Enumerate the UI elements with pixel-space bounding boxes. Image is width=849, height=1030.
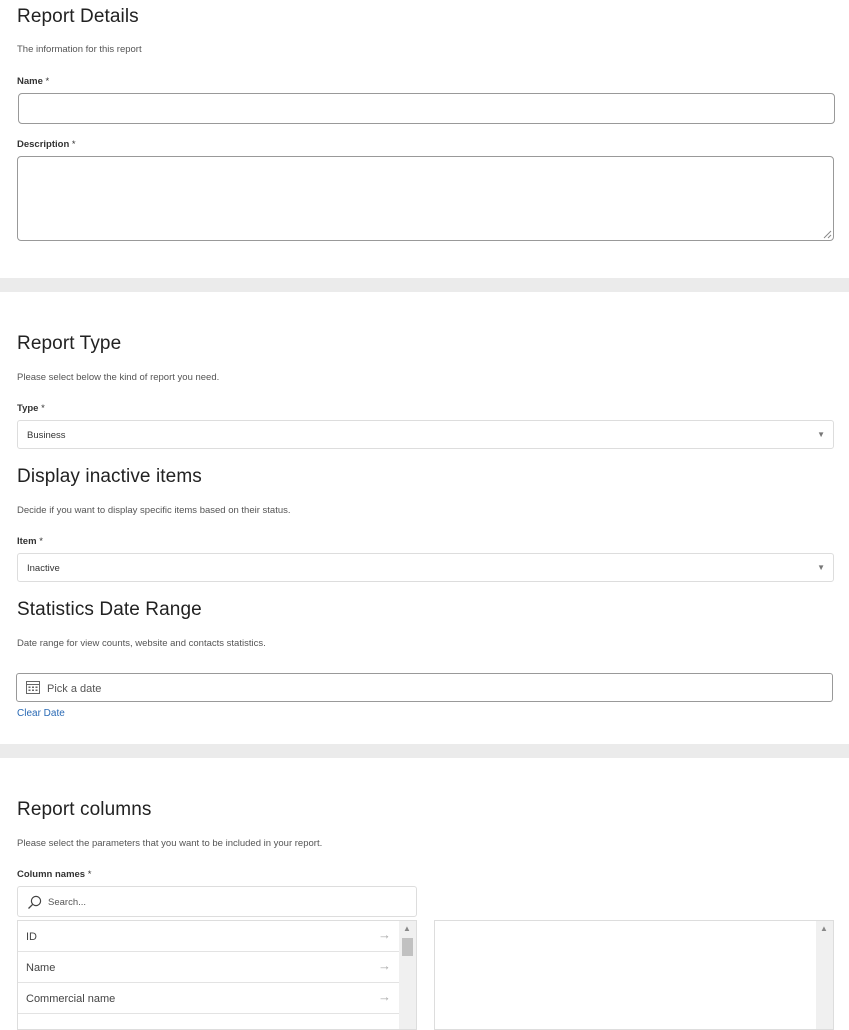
available-list-scrollbar[interactable]: ▲ — [399, 921, 416, 1029]
required-mark: * — [71, 139, 76, 150]
calendar-icon — [26, 681, 40, 694]
resize-handle-icon[interactable] — [823, 230, 832, 239]
description-label-text: Description — [17, 139, 70, 150]
selected-columns-list[interactable]: ▲ — [434, 920, 834, 1030]
name-input[interactable] — [18, 93, 835, 124]
report-type-subtitle: Please select below the kind of report y… — [17, 372, 220, 383]
required-mark: * — [41, 403, 45, 414]
list-item[interactable]: Name → — [18, 952, 399, 983]
type-select-value: Business — [27, 430, 66, 441]
arrow-right-icon[interactable]: → — [378, 989, 391, 1004]
date-range-subtitle: Date range for view counts, website and … — [17, 638, 266, 649]
description-textarea[interactable] — [17, 156, 834, 241]
column-search-input[interactable]: Search... — [17, 886, 417, 917]
list-item-label: Commercial name — [26, 993, 116, 1005]
selected-list-scrollbar[interactable]: ▲ — [816, 921, 833, 1029]
name-label-text: Name — [17, 76, 43, 87]
report-details-subtitle: The information for this report — [17, 44, 142, 55]
scrollbar-thumb[interactable] — [402, 938, 413, 956]
scroll-up-icon[interactable]: ▲ — [820, 924, 828, 933]
type-label-text: Type — [17, 403, 39, 414]
name-label: Name * — [17, 76, 49, 87]
item-select[interactable]: Inactive ▼ — [17, 553, 834, 582]
scroll-up-icon[interactable]: ▲ — [403, 924, 411, 933]
list-item-label: ID — [26, 931, 37, 943]
section-divider — [0, 278, 849, 292]
date-placeholder: Pick a date — [47, 683, 102, 695]
list-item-label: Name — [26, 962, 56, 974]
report-details-title: Report Details — [17, 6, 139, 27]
type-select[interactable]: Business ▼ — [17, 420, 834, 449]
available-columns-list[interactable]: ID → Name → Commercial name → ▲ — [17, 920, 417, 1030]
column-names-label: Column names * — [17, 869, 91, 880]
search-icon — [28, 895, 42, 909]
inactive-items-subtitle: Decide if you want to display specific i… — [17, 505, 291, 516]
item-select-value: Inactive — [27, 563, 60, 574]
item-label-text: Item — [17, 536, 37, 547]
inactive-items-title: Display inactive items — [17, 466, 202, 487]
list-item[interactable]: ID → — [18, 921, 399, 952]
section-divider — [0, 744, 849, 758]
report-type-title: Report Type — [17, 333, 122, 354]
chevron-down-icon: ▼ — [817, 430, 825, 439]
clear-date-link[interactable]: Clear Date — [17, 708, 65, 719]
required-mark: * — [45, 76, 50, 87]
date-picker-input[interactable]: Pick a date — [16, 673, 833, 702]
date-range-title: Statistics Date Range — [17, 599, 202, 620]
type-label: Type * — [17, 403, 45, 414]
arrow-right-icon[interactable]: → — [378, 927, 391, 942]
column-names-label-text: Column names — [17, 869, 86, 880]
chevron-down-icon: ▼ — [817, 563, 825, 572]
report-columns-title: Report columns — [17, 799, 152, 820]
arrow-right-icon[interactable]: → — [378, 958, 391, 973]
item-label: Item * — [17, 536, 43, 547]
search-placeholder: Search... — [48, 897, 87, 908]
description-label: Description * — [17, 139, 76, 150]
report-columns-subtitle: Please select the parameters that you wa… — [17, 838, 323, 849]
list-item[interactable]: Commercial name → — [18, 983, 399, 1014]
required-mark: * — [87, 869, 92, 880]
required-mark: * — [39, 536, 43, 547]
